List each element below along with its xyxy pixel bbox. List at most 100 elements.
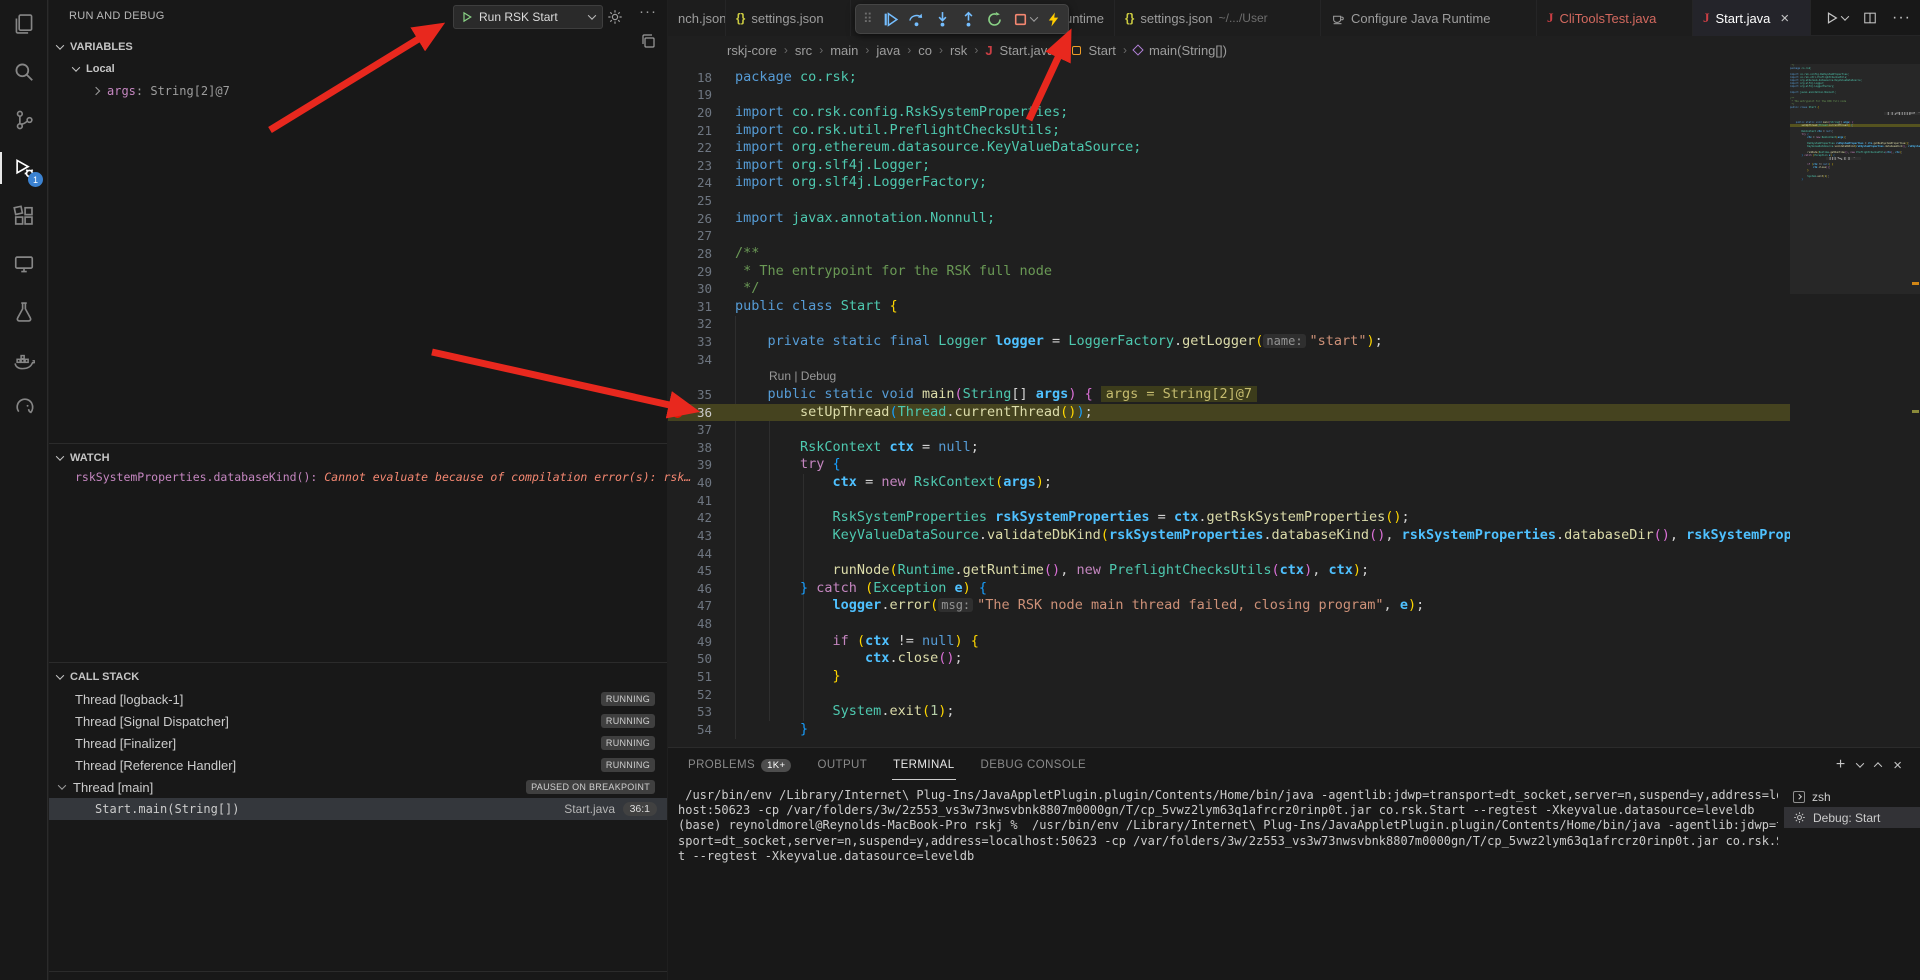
code-line-54[interactable]: 54 } xyxy=(668,721,1790,739)
docker-icon[interactable] xyxy=(0,336,48,384)
code-line-53[interactable]: 53 System.exit(1); xyxy=(668,703,1790,721)
code-line-43[interactable]: 43 KeyValueDataSource.validateDbKind(rsk… xyxy=(668,527,1790,545)
code-line-45[interactable]: 45 runNode(Runtime.getRuntime(), new Pre… xyxy=(668,562,1790,580)
chevron-down-icon[interactable] xyxy=(1856,759,1864,767)
step-into-button[interactable] xyxy=(934,11,951,28)
line-number[interactable]: 19 xyxy=(668,86,712,104)
code-line-26[interactable]: 26import javax.annotation.Nonnull; xyxy=(668,210,1790,228)
line-number[interactable]: 50 xyxy=(668,650,712,668)
code-line-39[interactable]: 39 try { xyxy=(668,456,1790,474)
breakpoints-section-header[interactable]: BREAKPOINTS xyxy=(49,971,667,980)
more-actions-icon[interactable]: ··· xyxy=(1892,9,1911,27)
restart-button[interactable] xyxy=(986,11,1003,28)
codelens-run-debug[interactable]: Run | Debug xyxy=(668,368,1790,386)
step-over-button[interactable] xyxy=(908,11,925,28)
source-control-icon[interactable] xyxy=(0,96,48,144)
line-number[interactable]: 35 xyxy=(668,386,712,404)
line-number[interactable]: 29 xyxy=(668,263,712,281)
remote-explorer-icon[interactable] xyxy=(0,240,48,288)
code-line-31[interactable]: 31public class Start { xyxy=(668,298,1790,316)
line-number[interactable]: 49 xyxy=(668,633,712,651)
maximize-panel-icon[interactable] xyxy=(1874,762,1882,770)
line-number[interactable]: 53 xyxy=(668,703,712,721)
code-line-30[interactable]: 30 */ xyxy=(668,280,1790,298)
tab-configure-java-runtime[interactable]: Configure Java Runtime xyxy=(1321,0,1537,36)
variables-section-header[interactable]: VARIABLES xyxy=(57,36,133,58)
variables-scope-local[interactable]: Local xyxy=(73,58,115,80)
testing-icon[interactable] xyxy=(0,288,48,336)
code-line-47[interactable]: 47 logger.error(msg:"The RSK node main t… xyxy=(668,597,1790,615)
tab-clitoolstest-java[interactable]: J CliToolsTest.java xyxy=(1537,0,1693,36)
continue-button[interactable] xyxy=(882,11,899,28)
terminal-instance-zsh[interactable]: zsh xyxy=(1784,786,1920,807)
line-number[interactable]: 38 xyxy=(668,439,712,457)
line-number[interactable]: 52 xyxy=(668,686,712,704)
code-line-48[interactable]: 48 xyxy=(668,615,1790,633)
code-line-21[interactable]: 21import co.rsk.util.PreflightChecksUtil… xyxy=(668,122,1790,140)
breadcrumb-member[interactable]: main(String[]) xyxy=(1149,43,1227,58)
code-line-18[interactable]: 18package co.rsk; xyxy=(668,69,1790,87)
code-line-24[interactable]: 24import org.slf4j.LoggerFactory; xyxy=(668,174,1790,192)
line-number[interactable]: 22 xyxy=(668,139,712,157)
code-line-41[interactable]: 41 xyxy=(668,492,1790,510)
line-number[interactable]: 27 xyxy=(668,227,712,245)
line-number[interactable]: 51 xyxy=(668,668,712,686)
code-line-36[interactable]: 36 setUpThread(Thread.currentThread()); xyxy=(668,404,1790,422)
line-number[interactable]: 24 xyxy=(668,174,712,192)
gradle-icon[interactable] xyxy=(0,384,48,432)
code-line-49[interactable]: 49 if (ctx != null) { xyxy=(668,633,1790,651)
tab-start-java[interactable]: J Start.java × xyxy=(1693,0,1811,36)
watch-section-header[interactable]: WATCH xyxy=(57,447,110,469)
breadcrumb-segment[interactable]: main xyxy=(830,43,858,58)
call-stack-frame-row[interactable]: Start.main(String[])Start.java36:1 xyxy=(49,798,667,820)
line-number[interactable]: 32 xyxy=(668,315,712,333)
drag-handle-icon[interactable]: ⠿ xyxy=(863,11,873,27)
line-number[interactable]: 33 xyxy=(668,333,712,351)
watch-expression-row[interactable]: rskSystemProperties.databaseKind(): Cann… xyxy=(75,470,691,484)
breadcrumb-segment[interactable]: rsk xyxy=(950,43,967,58)
line-number[interactable]: 37 xyxy=(668,421,712,439)
line-number[interactable]: 45 xyxy=(668,562,712,580)
terminal-output[interactable]: /usr/bin/env /Library/Internet\ Plug-Ins… xyxy=(678,788,1778,864)
terminal-instance-debug-start[interactable]: Debug: Start xyxy=(1784,807,1920,828)
code-line-52[interactable]: 52 xyxy=(668,686,1790,704)
line-number[interactable]: 30 xyxy=(668,280,712,298)
code-line-35[interactable]: 35 public static void main(String[] args… xyxy=(668,386,1790,404)
split-editor-icon[interactable] xyxy=(1863,11,1877,25)
code-line-37[interactable]: 37 xyxy=(668,421,1790,439)
line-number[interactable]: 18 xyxy=(668,69,712,87)
code-line-34[interactable]: 34 xyxy=(668,351,1790,369)
call-stack-thread-row[interactable]: Thread [Finalizer]RUNNING xyxy=(49,732,667,754)
code-line-51[interactable]: 51 } xyxy=(668,668,1790,686)
more-actions-icon[interactable]: ··· xyxy=(639,3,657,20)
copy-icon[interactable] xyxy=(640,33,656,49)
launch-config-dropdown[interactable]: Run RSK Start xyxy=(453,5,603,29)
code-line-29[interactable]: 29 * The entrypoint for the RSK full nod… xyxy=(668,263,1790,281)
new-terminal-icon[interactable]: + xyxy=(1836,756,1845,774)
line-number[interactable]: 46 xyxy=(668,580,712,598)
stop-button[interactable] xyxy=(1012,11,1037,28)
line-number[interactable]: 34 xyxy=(668,351,712,369)
breadcrumb-symbol[interactable]: Start xyxy=(1088,43,1115,58)
line-number[interactable]: 44 xyxy=(668,545,712,563)
tab-output[interactable]: OUTPUT xyxy=(816,750,868,780)
breadcrumb-segment[interactable]: java xyxy=(876,43,900,58)
minimap[interactable]: */package co.rsk;import co.rsk.config.Rs… xyxy=(1790,64,1920,747)
close-panel-icon[interactable]: × xyxy=(1893,757,1902,774)
gear-icon[interactable] xyxy=(607,9,623,25)
code-line-23[interactable]: 23import org.slf4j.Logger; xyxy=(668,157,1790,175)
code-line-42[interactable]: 42 RskSystemProperties rskSystemProperti… xyxy=(668,509,1790,527)
line-number[interactable]: 25 xyxy=(668,192,712,210)
code-line-28[interactable]: 28/** xyxy=(668,245,1790,263)
run-and-debug-icon[interactable]: 1 xyxy=(0,144,48,192)
line-number[interactable]: 31 xyxy=(668,298,712,316)
run-file-button[interactable] xyxy=(1825,11,1848,25)
code-line-40[interactable]: 40 ctx = new RskContext(args); xyxy=(668,474,1790,492)
code-line-44[interactable]: 44 xyxy=(668,545,1790,563)
code-line-22[interactable]: 22import org.ethereum.datasource.KeyValu… xyxy=(668,139,1790,157)
tab-launch-json[interactable]: nch.json xyxy=(668,0,726,36)
tab-settings-json[interactable]: {} settings.json xyxy=(726,0,851,36)
code-line-27[interactable]: 27 xyxy=(668,227,1790,245)
hot-code-replace-button[interactable] xyxy=(1046,12,1061,27)
code-line-50[interactable]: 50 ctx.close(); xyxy=(668,650,1790,668)
